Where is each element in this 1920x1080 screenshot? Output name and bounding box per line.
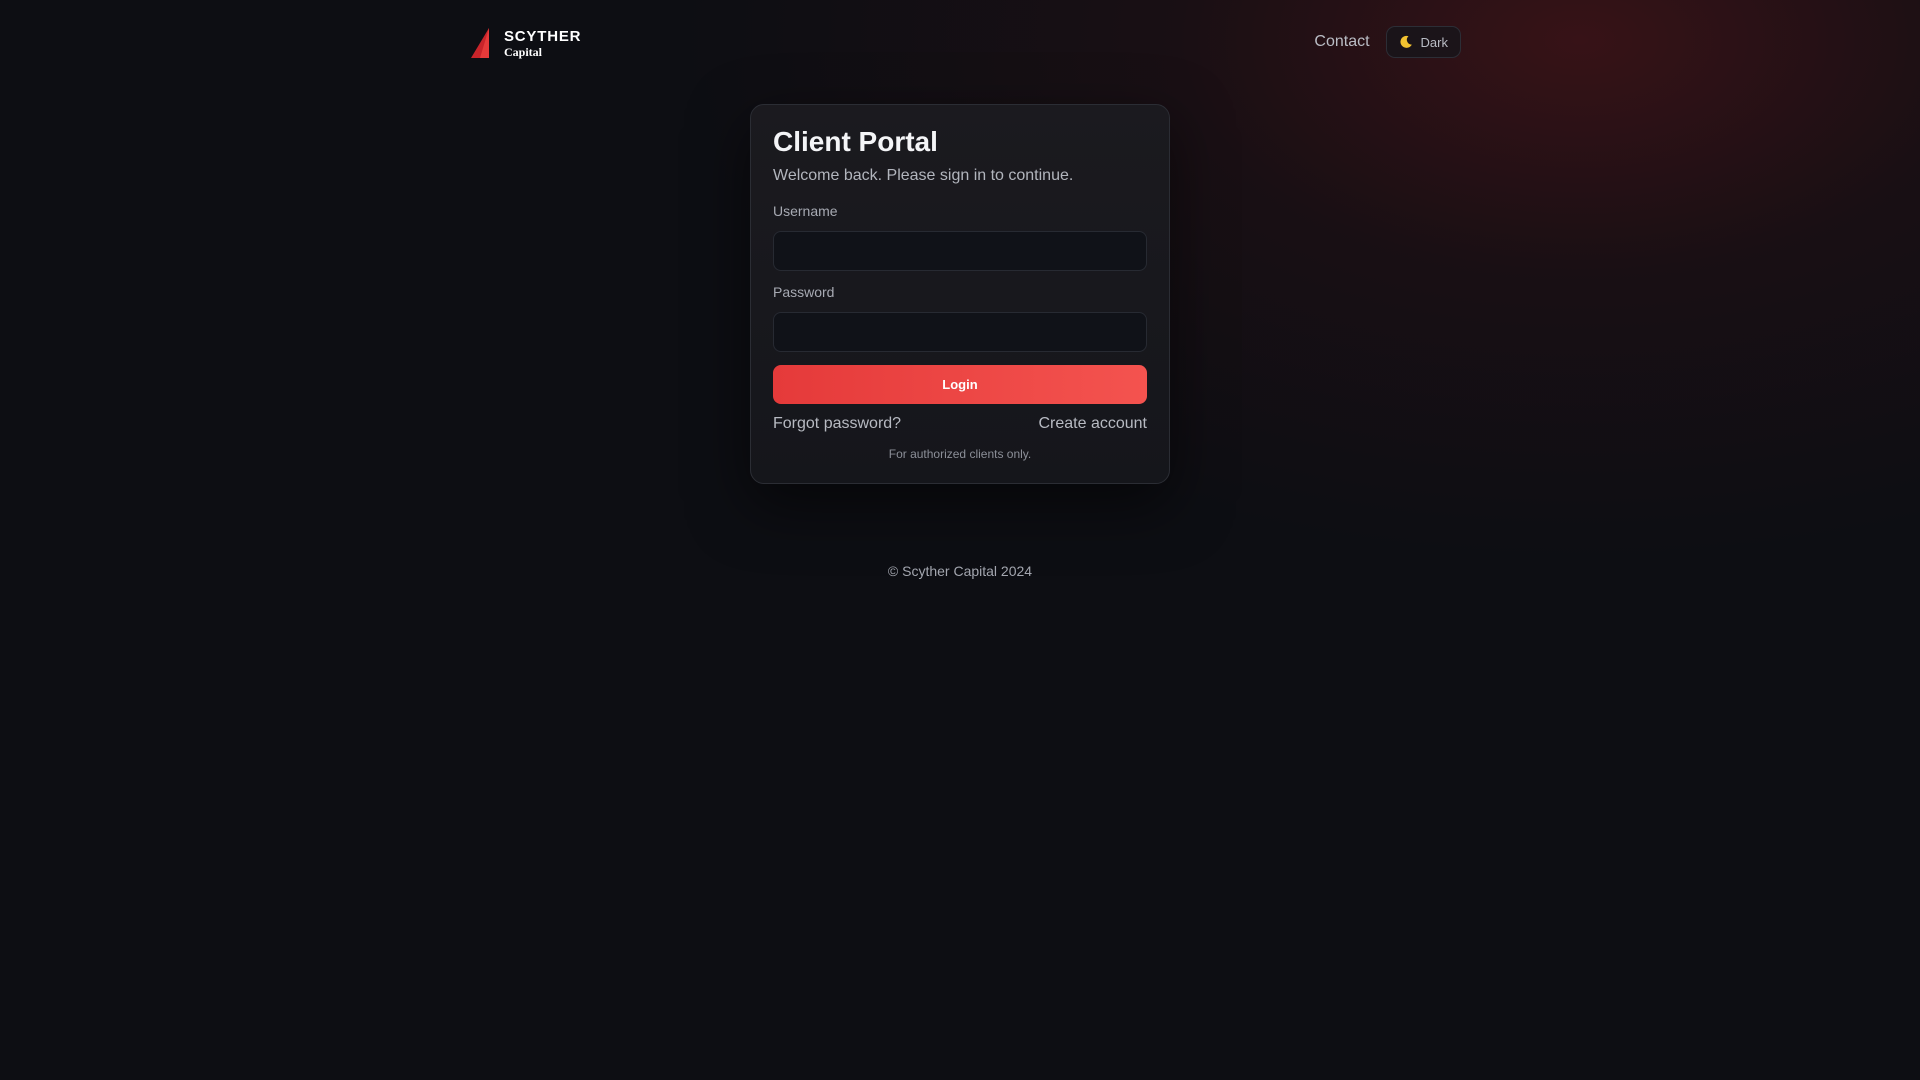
moon-icon xyxy=(1400,35,1412,48)
brand-name: SCYTHER xyxy=(504,27,582,45)
site-header: SCYTHER Capital Contact Dark xyxy=(471,24,1461,60)
forgot-password-link[interactable]: Forgot password? xyxy=(773,415,901,433)
login-button[interactable]: Login xyxy=(773,365,1147,404)
brand-logo-link[interactable]: SCYTHER Capital xyxy=(471,27,581,59)
contact-link[interactable]: Contact xyxy=(1314,33,1369,51)
sail-triangle-icon xyxy=(471,28,489,58)
password-input[interactable] xyxy=(773,312,1147,352)
password-label: Password xyxy=(773,284,835,300)
page-title: Client Portal xyxy=(773,126,938,157)
login-card: Client Portal Welcome back. Please sign … xyxy=(750,104,1170,484)
brand-subtitle: Capital xyxy=(504,44,543,59)
username-label: Username xyxy=(773,203,838,219)
theme-toggle-button[interactable]: Dark xyxy=(1385,26,1461,58)
username-input[interactable] xyxy=(773,231,1147,271)
page-subtitle: Welcome back. Please sign in to continue… xyxy=(773,167,1074,184)
create-account-link[interactable]: Create account xyxy=(1038,415,1147,433)
footer-copyright: © Scyther Capital 2024 xyxy=(887,563,1033,579)
theme-toggle-label: Dark xyxy=(1420,34,1448,50)
brand-text: SCYTHER Capital xyxy=(504,29,581,58)
header-nav: Contact Dark xyxy=(1314,26,1461,58)
authorized-note: For authorized clients only. xyxy=(888,447,1032,461)
